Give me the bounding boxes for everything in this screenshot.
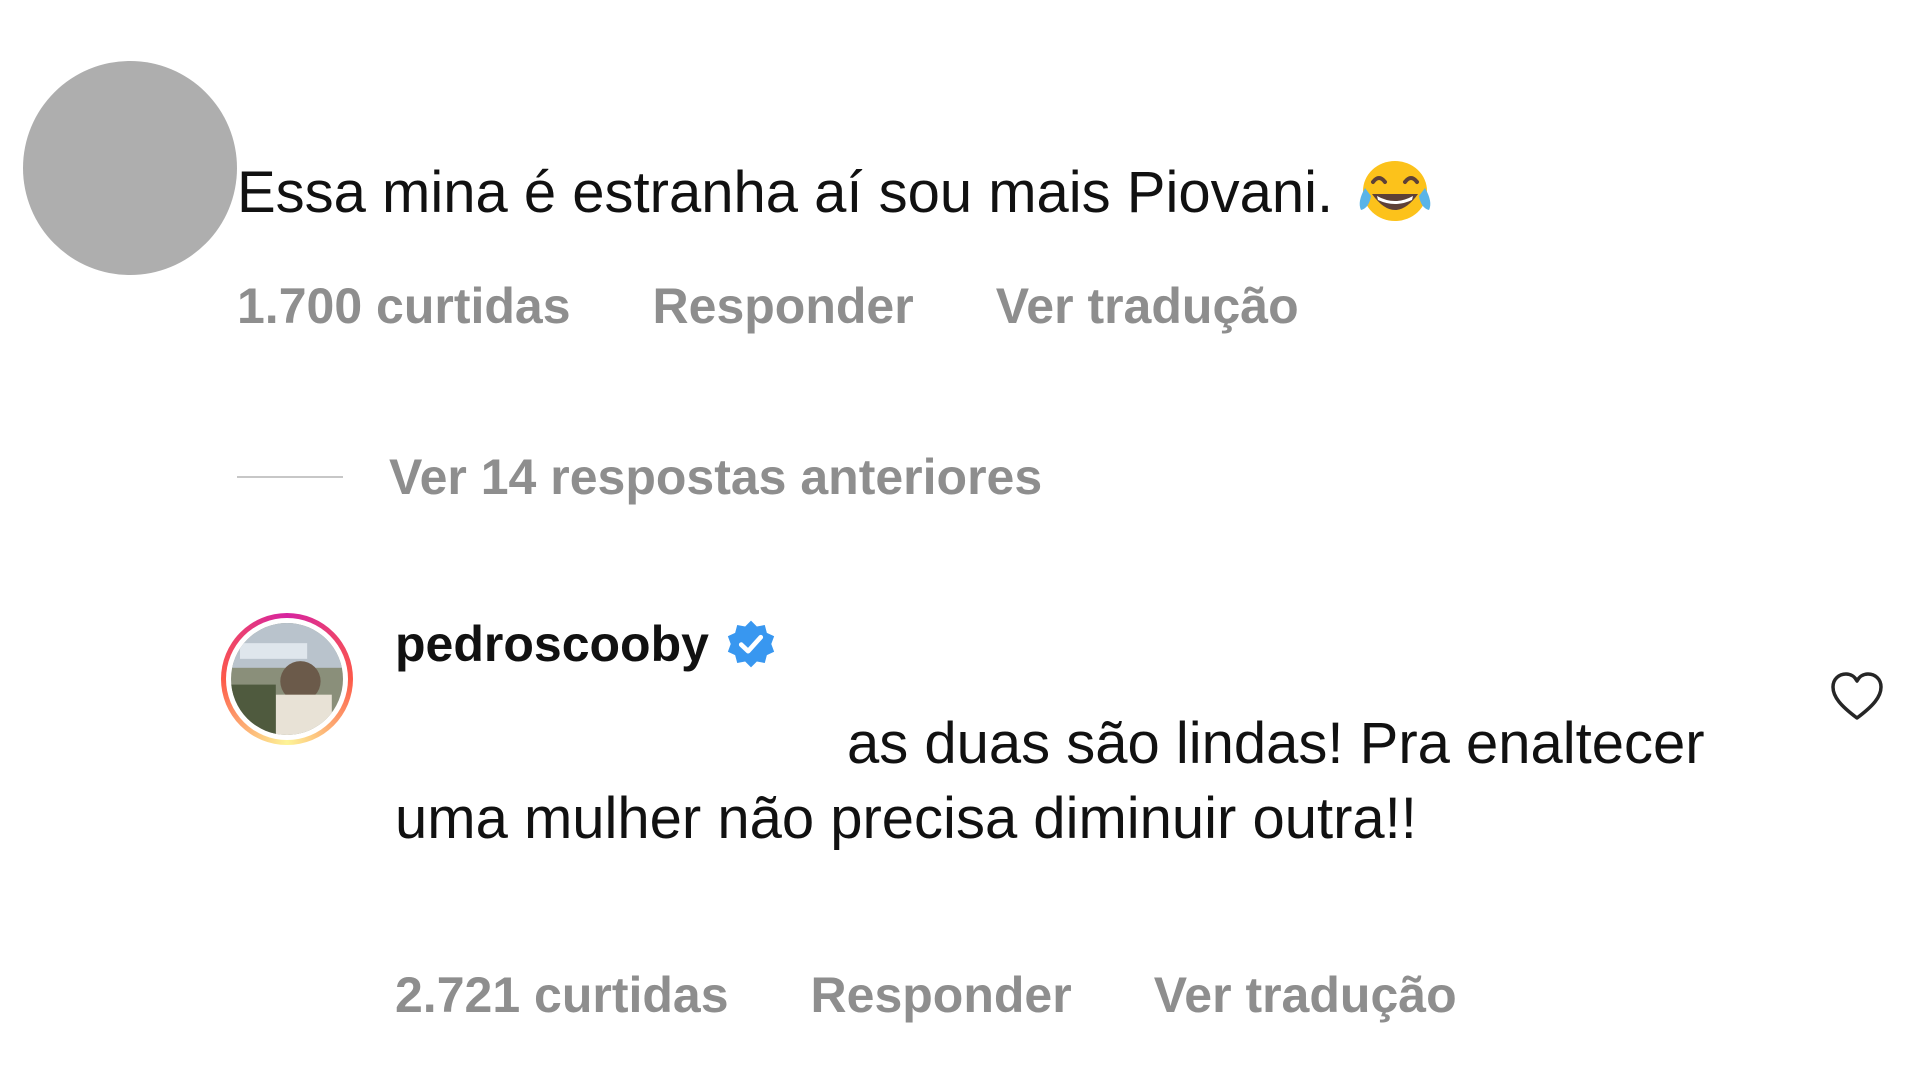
likes-count[interactable]: 1.700 curtidas: [237, 281, 571, 331]
view-replies-label: Ver 14 respostas anteriores: [389, 449, 1043, 505]
comment-author: pedroscooby: [395, 618, 777, 670]
reply-button[interactable]: Responder: [811, 970, 1072, 1020]
comment-actions: 1.700 curtidas Responder Ver tradução: [237, 281, 1299, 331]
avatar[interactable]: [23, 61, 237, 275]
avatar-photo: [231, 623, 343, 735]
divider: [237, 476, 343, 478]
comment-actions: 2.721 curtidas Responder Ver tradução: [395, 970, 1457, 1020]
story-avatar[interactable]: [221, 613, 353, 745]
verified-badge-icon: [727, 620, 775, 668]
likes-count[interactable]: 2.721 curtidas: [395, 970, 729, 1020]
see-translation-button[interactable]: Ver tradução: [996, 281, 1299, 331]
see-translation-button[interactable]: Ver tradução: [1154, 970, 1457, 1020]
view-previous-replies-button[interactable]: Ver 14 respostas anteriores: [237, 452, 1042, 502]
reply-button[interactable]: Responder: [653, 281, 914, 331]
comments-thread: Essa mina é estranha aí sou mais Piovani…: [0, 0, 1920, 1080]
comment-body: Essa mina é estranha aí sou mais Piovani…: [237, 160, 1334, 225]
laughing-emoji-icon: [1359, 161, 1431, 221]
comment-text: Essa mina é estranha aí sou mais Piovani…: [237, 158, 1435, 228]
comment-body: as duas são lindas! Pra enaltecer uma mu…: [395, 711, 1705, 851]
like-heart-icon[interactable]: [1829, 670, 1885, 722]
username[interactable]: pedroscooby: [395, 619, 709, 669]
